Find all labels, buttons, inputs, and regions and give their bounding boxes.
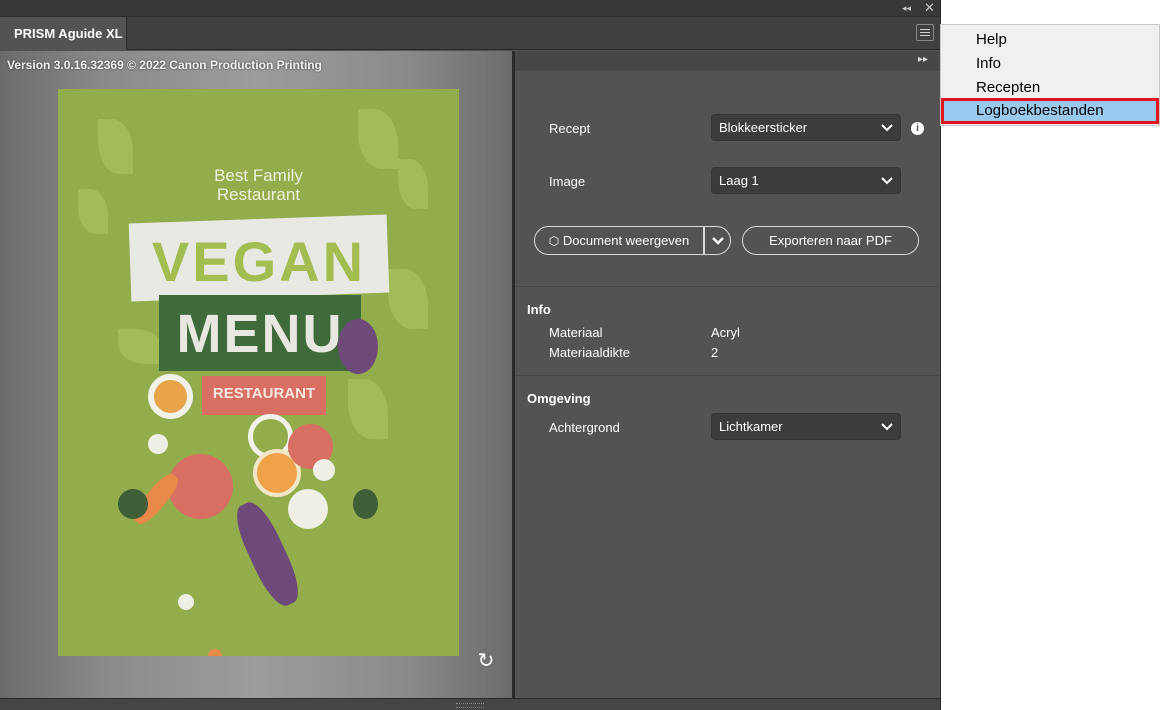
achtergrond-dropdown[interactable]: Lichtkamer (711, 413, 901, 440)
info-icon[interactable]: i (911, 122, 924, 135)
version-label: Version 3.0.16.32369 © 2022 Canon Produc… (7, 58, 322, 72)
menu-item-recepten[interactable]: Recepten (941, 76, 1159, 100)
flyout-menu: Help Info Recepten Logboekbestanden (940, 24, 1160, 126)
document-weergeven-button[interactable]: ⬡ Document weergeven (534, 226, 704, 255)
chevron-down-icon (711, 237, 724, 245)
cube-icon: ⬡ (548, 234, 560, 248)
poster-headline-vegan: VEGAN (151, 230, 367, 293)
preview-area: Version 3.0.16.32369 © 2022 Canon Produc… (0, 51, 512, 698)
chevron-down-icon (881, 423, 893, 431)
refresh-icon[interactable]: ↻ (476, 651, 496, 671)
prism-panel: ◂◂ ✕ PRISM Aguide XL Version 3.0.16.3236… (0, 0, 941, 710)
divider (515, 286, 940, 287)
tab-prism-aguide-xl[interactable]: PRISM Aguide XL (0, 17, 127, 50)
image-dropdown[interactable]: Laag 1 (711, 167, 901, 194)
materiaal-label: Materiaal (549, 325, 603, 340)
panel-title-bar: ◂◂ ✕ (0, 0, 940, 16)
settings-pane: ▸▸ Recept Blokkeersticker i Image Laag 1… (515, 51, 940, 698)
poster-subtitle: Best Family Restaurant (214, 166, 303, 204)
menu-item-help[interactable]: Help (941, 28, 1159, 52)
materiaal-value: Acryl (711, 325, 740, 340)
document-options-button[interactable] (704, 226, 731, 255)
chevron-down-icon (881, 124, 893, 132)
poster-tag: RESTAURANT (212, 385, 316, 402)
divider (515, 375, 940, 376)
image-label: Image (549, 174, 586, 189)
recept-dropdown[interactable]: Blokkeersticker (711, 114, 901, 141)
chevron-down-icon (881, 177, 893, 185)
menu-item-info[interactable]: Info (941, 52, 1159, 76)
recept-label: Recept (549, 121, 591, 136)
tab-bar: PRISM Aguide XL (0, 16, 940, 50)
settings-header: ▸▸ (515, 51, 940, 71)
omgeving-heading: Omgeving (527, 391, 591, 406)
poster-headline-menu: MENU (176, 304, 344, 364)
menu-item-logboekbestanden[interactable]: Logboekbestanden (941, 98, 1159, 124)
close-icon[interactable]: ✕ (924, 0, 935, 16)
materiaaldikte-label: Materiaaldikte (549, 345, 630, 360)
info-heading: Info (527, 302, 551, 317)
poster-preview-image: Best Family Restaurant VEGAN MENU RESTAU… (58, 89, 459, 656)
expand-icon[interactable]: ▸▸ (918, 54, 928, 65)
achtergrond-label: Achtergrond (549, 420, 620, 435)
export-pdf-button[interactable]: Exporteren naar PDF (742, 226, 919, 255)
materiaaldikte-value: 2 (711, 345, 719, 360)
panel-bottom-bar (0, 698, 940, 710)
panel-menu-icon[interactable] (916, 24, 934, 41)
resize-grip[interactable] (456, 703, 484, 708)
collapse-panel-icon[interactable]: ◂◂ (902, 0, 911, 16)
